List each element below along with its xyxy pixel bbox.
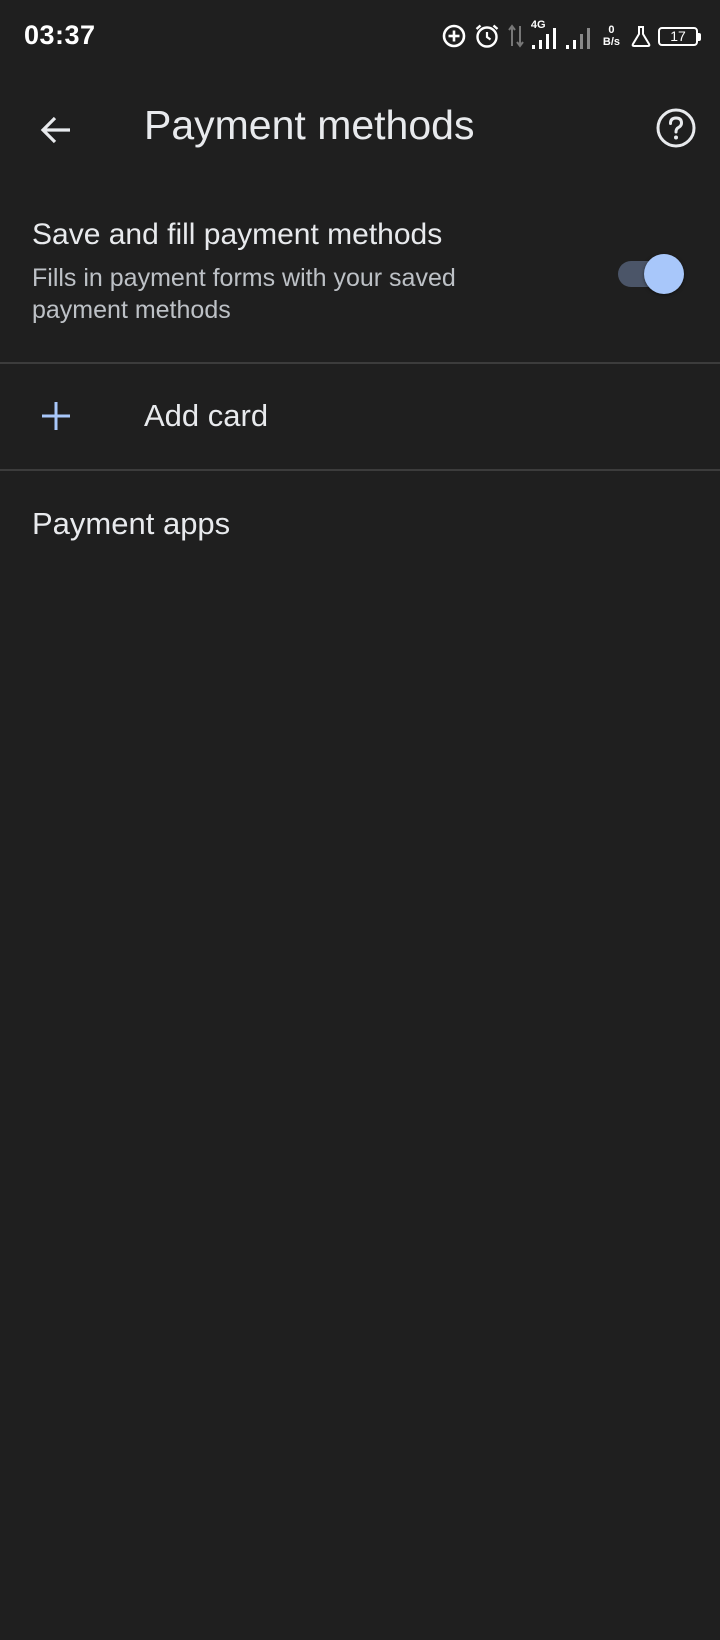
save-fill-toggle[interactable] [618,254,684,294]
data-saver-icon [441,23,467,49]
status-bar: 03:37 4G 0 B/s 17 [0,0,720,72]
help-circle-icon [655,107,697,154]
setting-title: Save and fill payment methods [32,218,443,251]
signal-icon-sim2 [565,21,593,51]
arrow-left-icon [38,112,74,153]
add-card-label: Add card [144,398,269,433]
payment-apps-item[interactable]: Payment apps [0,472,720,576]
divider [0,469,720,471]
plus-icon [38,398,74,434]
payment-apps-label: Payment apps [32,506,231,541]
app-bar: Payment methods [0,72,720,184]
alarm-icon [473,22,501,50]
signal-icon-sim1: 4G [531,19,559,51]
page-title: Payment methods [144,102,475,148]
battery-level: 17 [670,27,686,44]
net-speed-value: 0 [608,24,615,36]
add-card-button[interactable]: Add card [0,364,720,468]
status-time: 03:37 [24,20,96,50]
status-icons: 4G 0 B/s 17 [441,18,701,54]
help-button[interactable] [648,102,704,158]
net-speed-unit: B/s [602,36,620,48]
toggle-thumb [644,254,684,294]
net-speed: 0 B/s [603,24,620,48]
back-button[interactable] [28,104,84,160]
flask-icon [630,24,652,48]
data-arrows-icon [507,22,525,50]
battery-cap [698,32,701,41]
battery-icon: 17 [658,26,701,46]
setting-summary: Fills in payment forms with your saved p… [32,264,456,324]
payment-methods-screen: 03:37 4G 0 B/s 17 Payment methods Save a… [0,0,720,1640]
save-fill-payment-methods-setting[interactable]: Save and fill payment methods Fills in p… [0,196,720,362]
